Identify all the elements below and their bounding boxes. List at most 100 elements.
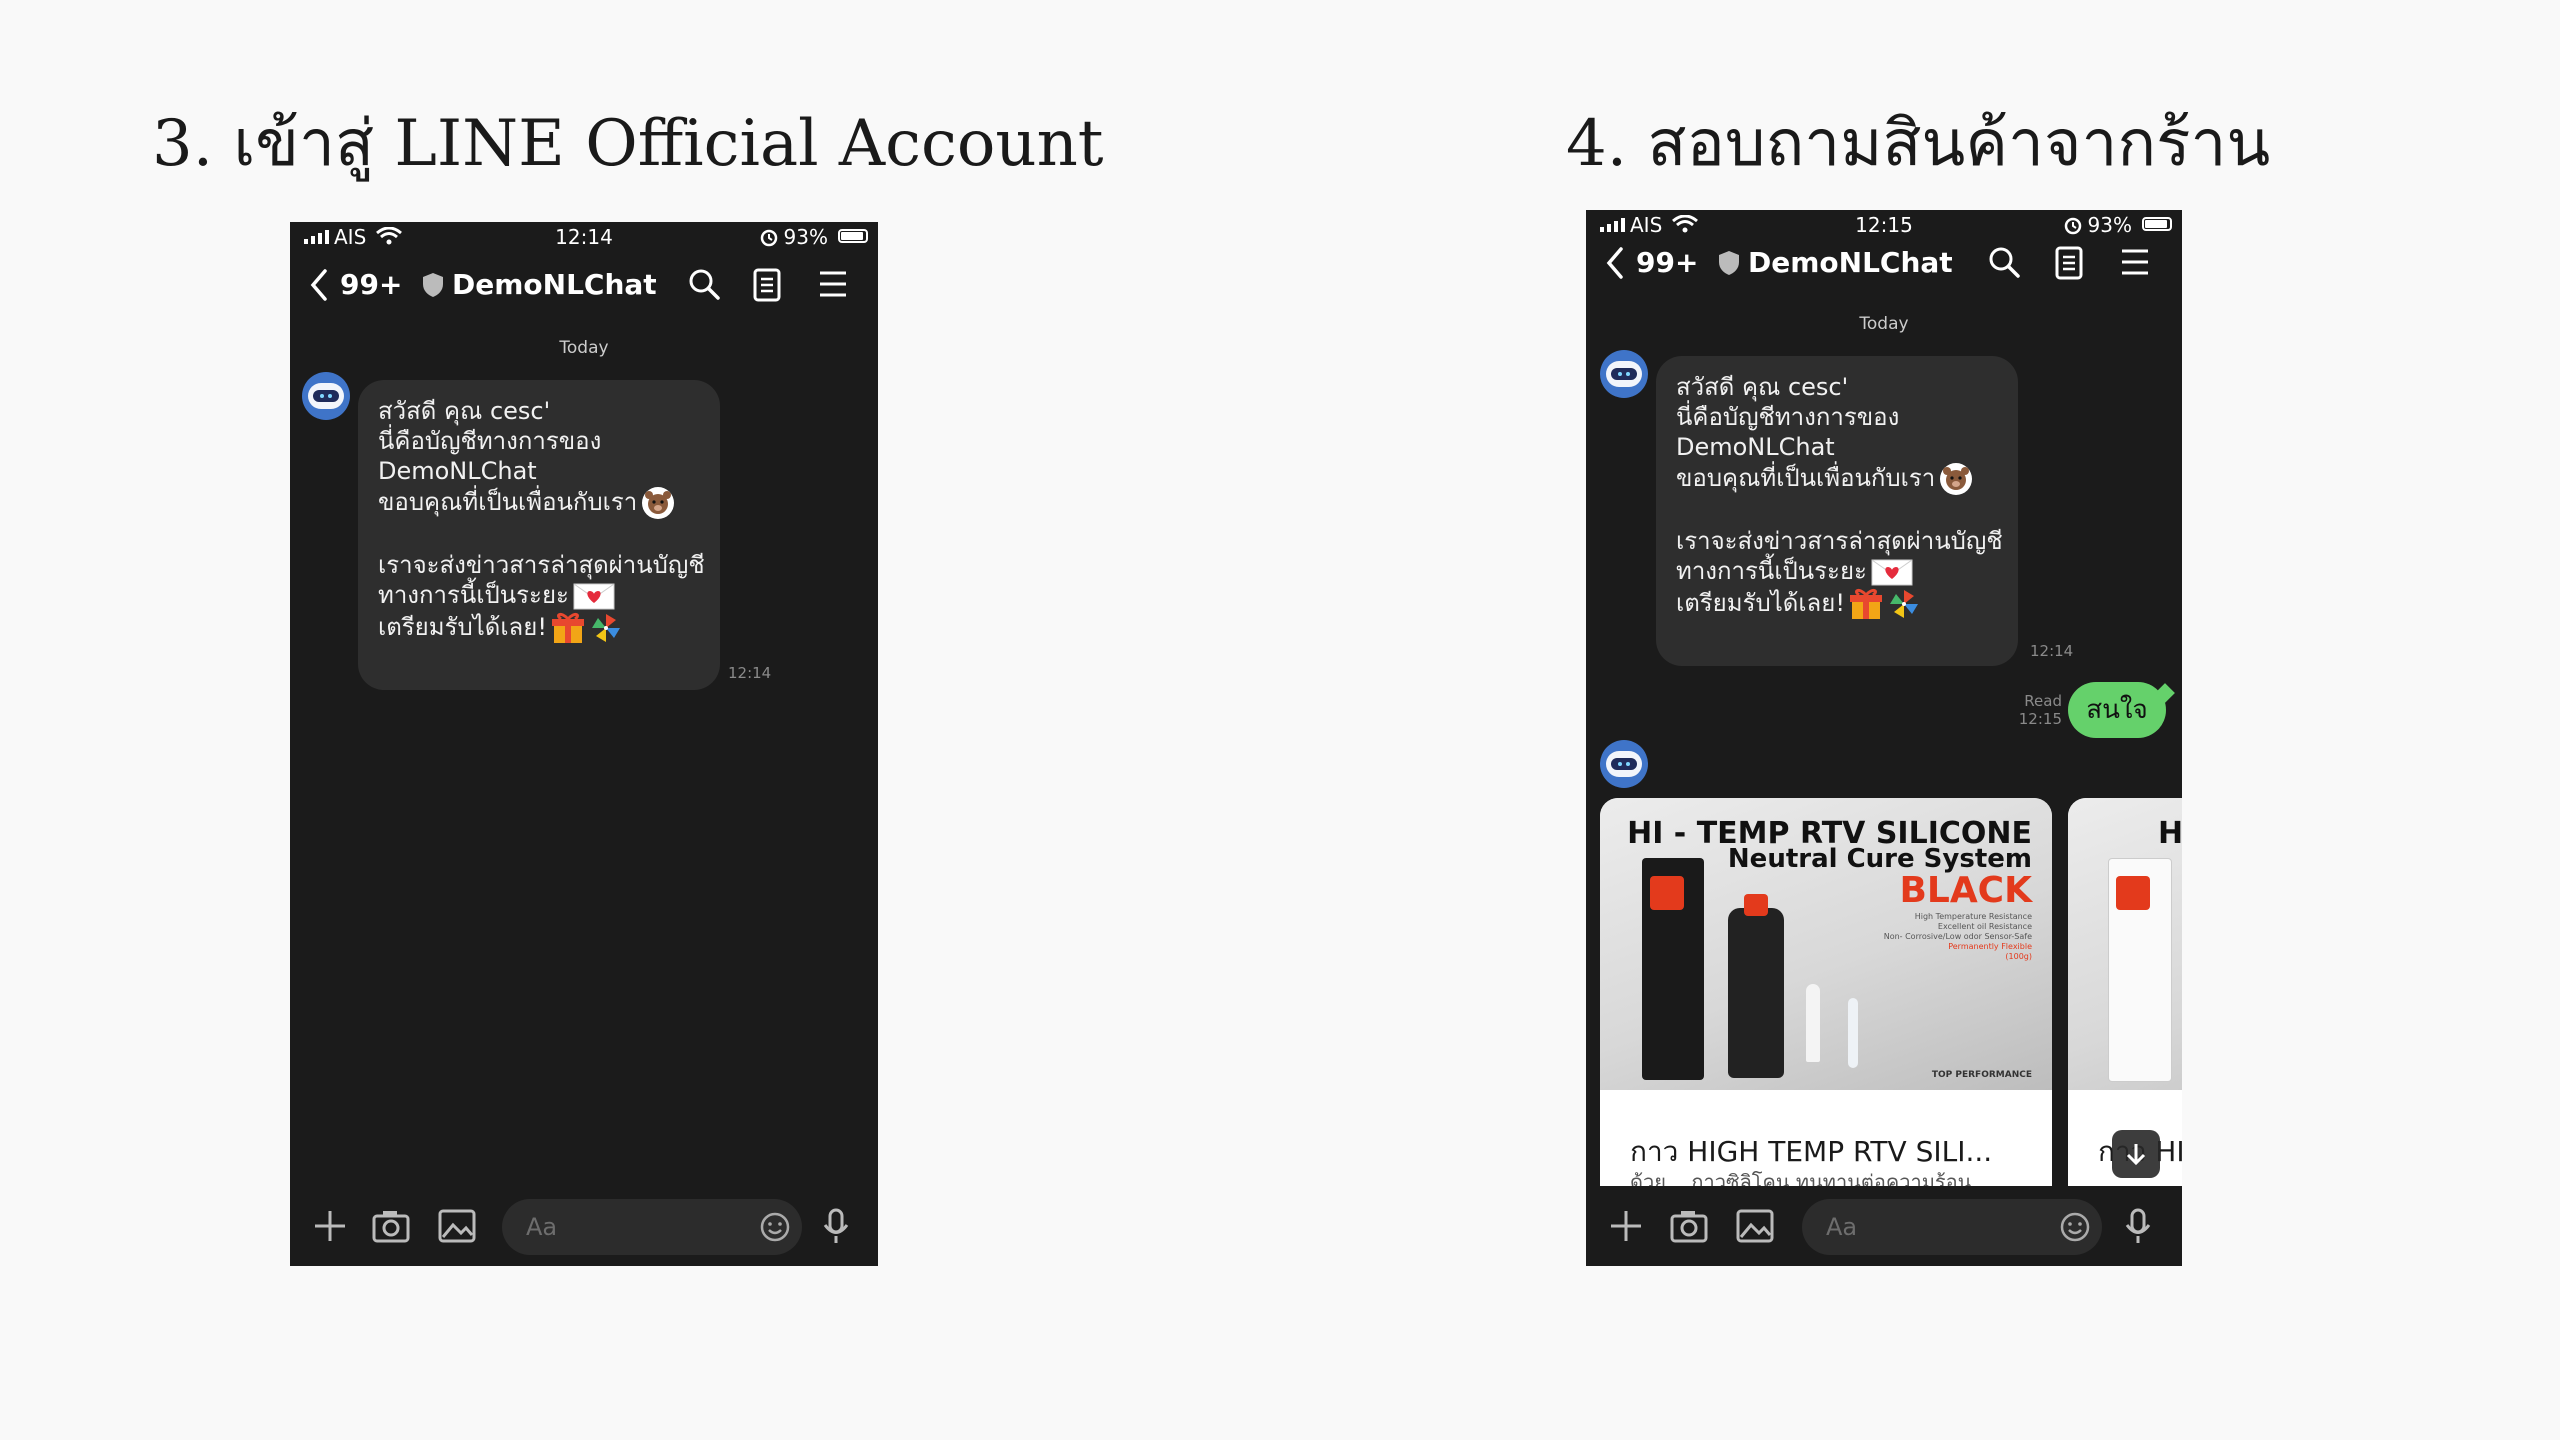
notes-icon[interactable] (752, 268, 782, 302)
nozzle-graphic (1806, 984, 1820, 1062)
greeting-message-bubble: สวัสดี คุณ cesc' นี่คือบัญชีทางการของ De… (358, 380, 720, 690)
product-box-logo (2116, 876, 2150, 910)
alarm-icon (760, 229, 778, 247)
message-line: ขอบคุณที่เป็นเพื่อนกับเรา (378, 488, 638, 516)
pinwheel-emoji-icon (1889, 590, 1918, 618)
feature-line: Excellent oil Resistance (1937, 922, 2032, 931)
message-input-bar: Aa (1586, 1186, 2182, 1266)
brown-bear-emoji-icon (642, 487, 675, 519)
read-label: Read (2024, 692, 2062, 710)
camera-icon[interactable] (1670, 1208, 1708, 1244)
pinwheel-emoji-icon (591, 614, 620, 642)
menu-icon[interactable] (2120, 248, 2150, 276)
chat-title[interactable]: DemoNLChat (452, 268, 657, 301)
feature-line: Non- Corrosive/Low odor Sensor-Safe (1883, 932, 2032, 941)
image-icon[interactable] (1736, 1208, 1774, 1244)
message-time: 12:14 (2030, 642, 2074, 660)
search-icon[interactable] (1986, 244, 2022, 280)
message-line-wrap: ขอบคุณที่เป็นเพื่อนกับเรา (378, 486, 700, 520)
bot-avatar[interactable] (1600, 350, 1648, 398)
message-input-bar: Aa (290, 1186, 878, 1266)
image-icon[interactable] (438, 1208, 476, 1244)
scroll-down-button[interactable] (2112, 1130, 2160, 1178)
status-bar: AIS 12:14 93% (290, 222, 878, 252)
product-image-features: High Temperature Resistance Excellent oi… (1884, 912, 2032, 962)
bot-avatar[interactable] (1600, 740, 1648, 788)
feature-line: High Temperature Resistance (1914, 912, 2032, 921)
gift-emoji-icon (551, 612, 584, 643)
message-line-wrap: ขอบคุณที่เป็นเพื่อนกับเรา (1676, 462, 1998, 496)
plus-icon[interactable] (1608, 1208, 1644, 1244)
step-4-heading: 4. สอบถามสินค้าจากร้าน (1566, 107, 2271, 181)
feature-line: Permanently Flexible (1948, 942, 2032, 951)
emoji-icon[interactable] (760, 1212, 790, 1242)
brown-bear-emoji-icon (1940, 463, 1973, 495)
phone-screenshot-step-3: AIS 12:14 93% 99+ DemoNLChat Today สวัสด… (290, 222, 878, 1266)
chat-header: 99+ DemoNLChat (290, 252, 878, 316)
love-letter-emoji-icon (1871, 559, 1913, 586)
message-line: สวัสดี คุณ cesc' (378, 397, 551, 425)
battery-icon (838, 229, 868, 243)
user-reply-text: สนใจ (2086, 695, 2148, 725)
message-line: เตรียมรับได้เลย! (1676, 589, 1845, 617)
chat-header: 99+ DemoNLChat (1586, 230, 2182, 294)
unread-count[interactable]: 99+ (340, 268, 402, 301)
microphone-icon[interactable] (822, 1208, 850, 1244)
user-reply-bubble: สนใจ (2068, 682, 2166, 738)
chat-title[interactable]: DemoNLChat (1748, 246, 1953, 279)
back-chevron-icon[interactable] (1604, 246, 1626, 280)
search-icon[interactable] (686, 266, 722, 302)
message-line-wrap: ทางการนี้เป็นระยะ (1676, 556, 1998, 587)
message-line-wrap: ทางการนี้เป็นระยะ (378, 580, 700, 611)
notes-icon[interactable] (2054, 246, 2084, 280)
message-line: เราจะส่งข่าวสารล่าสุดผ่านบัญชี (378, 551, 705, 579)
key-graphic (1848, 998, 1858, 1068)
microphone-icon[interactable] (2124, 1208, 2152, 1244)
gift-emoji-icon (1849, 588, 1882, 619)
message-line: DemoNLChat (1676, 433, 1835, 461)
input-placeholder: Aa (1826, 1213, 1858, 1241)
product-image-color: BLACK (1899, 870, 2032, 911)
read-time: 12:15 (2018, 710, 2062, 728)
feature-line: (100g) (2005, 952, 2032, 961)
read-receipt: Read 12:15 (2000, 692, 2062, 728)
message-input[interactable]: Aa (502, 1199, 802, 1255)
love-letter-emoji-icon (573, 583, 615, 610)
phone-screenshot-step-4: AIS 12:15 93% 99+ DemoNLChat Today สวัสด… (1586, 210, 2182, 1266)
unread-count[interactable]: 99+ (1636, 246, 1698, 279)
message-time: 12:14 (728, 664, 772, 682)
product-image-title: HI (2158, 816, 2182, 851)
message-line-wrap: เตรียมรับได้เลย! (1676, 587, 1998, 621)
battery-icon (2142, 217, 2172, 231)
product-tube-graphic (1728, 908, 1784, 1078)
product-tube-cap (1744, 894, 1768, 916)
message-line: ขอบคุณที่เป็นเพื่อนกับเรา (1676, 464, 1936, 492)
message-line: ทางการนี้เป็นระยะ (378, 581, 569, 609)
arrow-down-icon (2126, 1144, 2146, 1166)
camera-icon[interactable] (372, 1208, 410, 1244)
message-line: นี่คือบัญชีทางการของ (378, 427, 602, 455)
greeting-message-bubble: สวัสดี คุณ cesc' นี่คือบัญชีทางการของ De… (1656, 356, 2018, 666)
message-line-wrap: เตรียมรับได้เลย! (378, 611, 700, 645)
date-separator: Today (559, 338, 609, 358)
product-image[interactable]: HI (2068, 798, 2182, 1090)
message-line: เราจะส่งข่าวสารล่าสุดผ่านบัญชี (1676, 527, 2003, 555)
verified-shield-icon (423, 273, 443, 297)
product-image-footer: TOP PERFORMANCE (1931, 1070, 2032, 1080)
message-line: DemoNLChat (378, 457, 537, 485)
message-input[interactable]: Aa (1802, 1199, 2102, 1255)
step-3-heading: 3. เข้าสู่ LINE Official Account (152, 107, 1104, 181)
product-image[interactable]: HI - TEMP RTV SILICONE Neutral Cure Syst… (1600, 798, 2052, 1090)
menu-icon[interactable] (818, 270, 848, 298)
plus-icon[interactable] (312, 1208, 348, 1244)
bot-avatar[interactable] (302, 372, 350, 420)
product-card[interactable]: HI - TEMP RTV SILICONE Neutral Cure Syst… (1600, 798, 2052, 1238)
emoji-icon[interactable] (2060, 1212, 2090, 1242)
verified-shield-icon (1719, 251, 1739, 275)
message-line: สวัสดี คุณ cesc' (1676, 373, 1849, 401)
battery-percent: 93% (783, 225, 828, 249)
input-placeholder: Aa (526, 1213, 558, 1241)
product-box-logo (1650, 876, 1684, 910)
back-chevron-icon[interactable] (308, 268, 330, 302)
